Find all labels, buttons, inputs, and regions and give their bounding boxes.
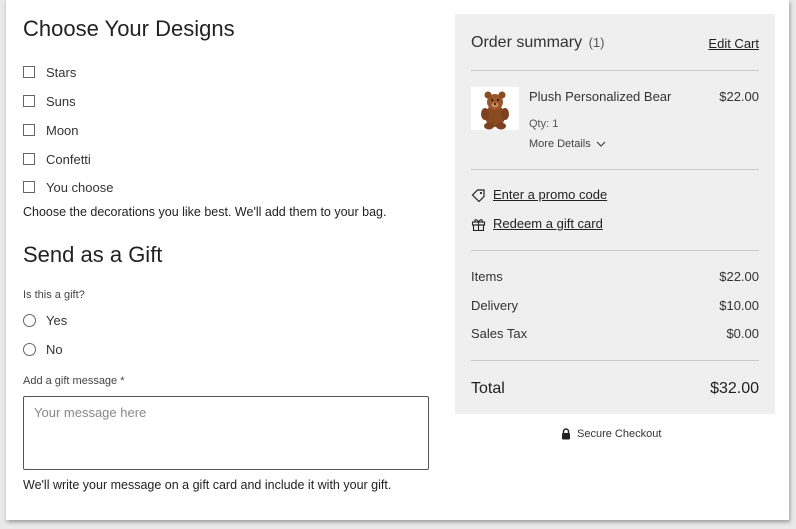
- summary-row-label: Items: [471, 269, 503, 284]
- order-summary-panel: Order summary (1) Edit Cart Plush Person…: [455, 14, 775, 414]
- more-details-toggle[interactable]: More Details: [529, 138, 606, 150]
- divider: [471, 250, 759, 251]
- checkbox-box[interactable]: [23, 124, 35, 136]
- checkbox-stars[interactable]: Stars: [23, 63, 76, 81]
- radio-label: No: [46, 341, 63, 357]
- summary-row-value: $22.00: [719, 269, 759, 284]
- gift-card-link[interactable]: Redeem a gift card: [471, 216, 603, 231]
- divider: [471, 70, 759, 71]
- designs-description: Choose the decorations you like best. We…: [23, 205, 387, 219]
- chevron-down-icon: [596, 141, 606, 147]
- divider: [471, 169, 759, 170]
- summary-row-delivery: Delivery $10.00: [471, 298, 759, 313]
- checkbox-box[interactable]: [23, 153, 35, 165]
- item-quantity: Qty: 1: [529, 118, 559, 130]
- checkbox-confetti[interactable]: Confetti: [23, 150, 91, 168]
- secure-checkout-label: Secure Checkout: [577, 428, 662, 440]
- total-label: Total: [471, 380, 505, 397]
- radio-circle[interactable]: [23, 313, 36, 327]
- order-summary-title: Order summary (1): [471, 34, 604, 52]
- item-price: $22.00: [719, 89, 759, 104]
- radio-label: Yes: [46, 312, 68, 328]
- gift-heading: Send as a Gift: [23, 242, 163, 267]
- summary-row-value: $0.00: [726, 326, 759, 341]
- promo-code-label: Enter a promo code: [493, 187, 608, 202]
- gift-message-label: Add a gift message *: [23, 375, 125, 387]
- item-name: Plush Personalized Bear: [529, 89, 672, 104]
- gift-icon: [471, 218, 486, 231]
- divider: [471, 360, 759, 361]
- order-summary-title-text: Order summary: [471, 34, 583, 51]
- teddy-bear-icon[interactable]: [471, 87, 519, 130]
- designs-heading: Choose Your Designs: [23, 16, 235, 41]
- radio-circle[interactable]: [23, 342, 36, 356]
- checkbox-suns[interactable]: Suns: [23, 92, 76, 110]
- more-details-label: More Details: [529, 138, 591, 150]
- checkbox-label: Suns: [46, 93, 76, 109]
- gift-footnote: We'll write your message on a gift card …: [23, 478, 392, 492]
- gift-question: Is this a gift?: [23, 289, 85, 301]
- gift-message-input[interactable]: [23, 396, 429, 470]
- summary-row-sales-tax: Sales Tax $0.00: [471, 326, 759, 341]
- gift-card-label: Redeem a gift card: [493, 216, 603, 231]
- summary-row-items: Items $22.00: [471, 269, 759, 284]
- checkbox-box[interactable]: [23, 181, 35, 193]
- checkbox-box[interactable]: [23, 66, 35, 78]
- checkbox-label: Moon: [46, 122, 79, 138]
- summary-row-value: $10.00: [719, 298, 759, 313]
- checkbox-box[interactable]: [23, 95, 35, 107]
- edit-cart-link[interactable]: Edit Cart: [708, 36, 759, 51]
- total-value: $32.00: [710, 380, 759, 397]
- checkbox-label: You choose: [46, 179, 114, 195]
- checkbox-you-choose[interactable]: You choose: [23, 178, 113, 196]
- tag-icon: [471, 188, 485, 202]
- radio-yes[interactable]: Yes: [23, 311, 67, 329]
- secure-checkout: Secure Checkout: [561, 428, 661, 440]
- summary-row-label: Sales Tax: [471, 326, 528, 341]
- order-summary-count: (1): [588, 35, 605, 50]
- promo-code-link[interactable]: Enter a promo code: [471, 187, 607, 202]
- summary-row-label: Delivery: [471, 298, 518, 313]
- total-row: Total $32.00: [471, 380, 759, 398]
- checkbox-label: Confetti: [46, 151, 91, 167]
- checkout-page: Choose Your Designs Stars Suns Moon Conf…: [6, 0, 789, 520]
- lock-icon: [562, 428, 570, 440]
- radio-no[interactable]: No: [23, 340, 63, 358]
- checkbox-moon[interactable]: Moon: [23, 121, 79, 139]
- checkbox-label: Stars: [46, 64, 77, 80]
